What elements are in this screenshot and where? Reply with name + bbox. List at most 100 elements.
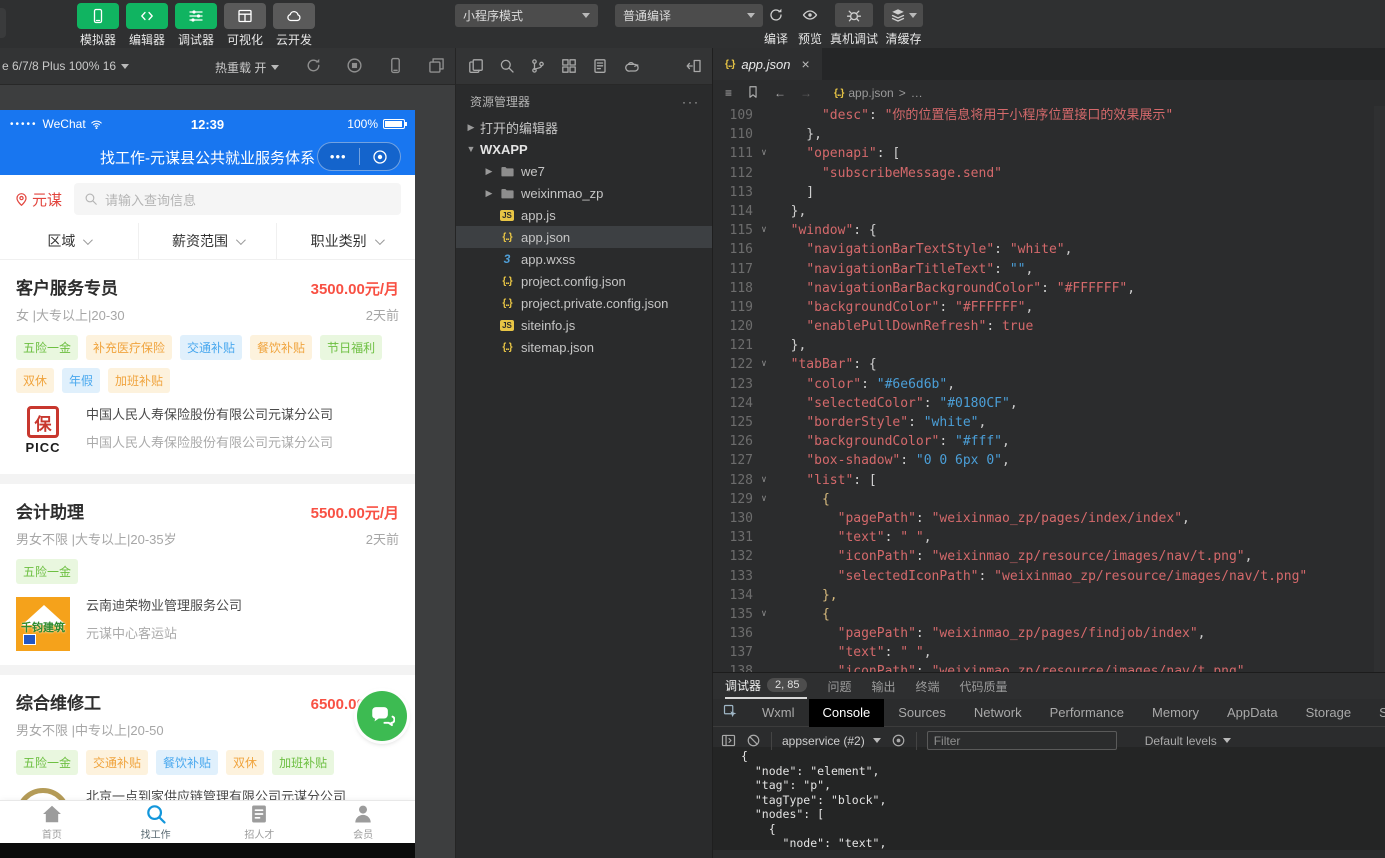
tabbar-item-找工作[interactable]: 找工作: [104, 801, 208, 843]
icon-box: [77, 3, 119, 29]
log-levels-select[interactable]: Default levels: [1145, 734, 1231, 748]
fold-chevron-icon[interactable]: ∨: [753, 144, 775, 163]
tabbar-item-首页[interactable]: 首页: [0, 801, 104, 843]
code-text: {: [775, 490, 830, 509]
record-icon[interactable]: [346, 57, 363, 74]
tabbar-item-招人才[interactable]: 招人才: [208, 801, 312, 843]
job-card[interactable]: 会计助理5500.00元/月男女不限 |大专以上|20-35岁2天前五险一金千钧…: [0, 484, 415, 665]
job-tag: 加班补贴: [272, 750, 334, 775]
devtools-tab-Performance[interactable]: Performance: [1036, 699, 1138, 727]
git-icon[interactable]: [530, 58, 546, 74]
split-icon: [686, 58, 702, 74]
debugger-tab-调试器[interactable]: 调试器2, 85: [725, 673, 807, 699]
tree-item-app.js[interactable]: JSapp.js: [456, 204, 712, 226]
toolbar-button-模拟器[interactable]: 模拟器: [76, 3, 120, 48]
editor-scrollbar[interactable]: [1374, 106, 1385, 672]
refresh-icon[interactable]: [305, 57, 322, 74]
job-meta: 女 |大专以上|20-302天前: [16, 305, 399, 324]
tree-item-project.private.config.json[interactable]: {..}project.private.config.json: [456, 292, 712, 314]
phone-icon[interactable]: [387, 57, 404, 74]
fold-chevron-icon[interactable]: ∨: [753, 471, 775, 490]
code-editor[interactable]: 109 "desc": "你的位置信息将用于小程序位置接口的效果展示"110 }…: [712, 106, 1385, 672]
more-menu-button[interactable]: •••: [318, 149, 359, 164]
devtools-tab-Console[interactable]: Console: [809, 699, 885, 727]
teapot-icon[interactable]: [623, 58, 639, 74]
devtools-tab-Wxml[interactable]: Wxml: [748, 699, 809, 727]
search2-icon[interactable]: [499, 58, 515, 74]
action-button-清缓存[interactable]: 清缓存: [884, 3, 923, 47]
tree-item-WXAPP[interactable]: ▼WXAPP: [456, 138, 712, 160]
tree-item-weixinmao_zp[interactable]: ▶weixinmao_zp: [456, 182, 712, 204]
chat-fab-button[interactable]: [357, 691, 407, 741]
search-input[interactable]: 请输入查询信息: [74, 183, 401, 215]
filter-区域[interactable]: 区域: [0, 223, 139, 259]
fold-chevron-icon[interactable]: ∨: [753, 221, 775, 240]
toolbar-button-编辑器[interactable]: 编辑器: [125, 3, 169, 48]
toolbar-button-调试器[interactable]: 调试器: [174, 3, 218, 48]
action-button-真机调试[interactable]: 真机调试: [830, 3, 878, 47]
hot-reload-toggle[interactable]: 热重载 开: [215, 59, 279, 76]
devtools-tab-Memory[interactable]: Memory: [1138, 699, 1213, 727]
tree-item-app.wxss[interactable]: 3app.wxss: [456, 248, 712, 270]
minimize-button[interactable]: [360, 149, 401, 165]
fold-chevron-icon[interactable]: ∨: [753, 355, 775, 374]
debugger-tab-终端[interactable]: 终端: [916, 673, 940, 699]
fold-chevron-icon[interactable]: ∨: [753, 605, 775, 624]
mode-select[interactable]: 小程序模式: [455, 4, 598, 27]
files-icon[interactable]: [468, 58, 484, 74]
company-name: 中国人民人寿保险股份有限公司元谋分公司: [86, 406, 333, 425]
phone-nav-bar: 找工作-元谋县公共就业服务体系 •••: [0, 138, 415, 175]
debugger-tab-代码质量[interactable]: 代码质量: [960, 673, 1008, 699]
action-button-预览[interactable]: 预览: [796, 3, 824, 47]
split-editor-icon[interactable]: [686, 58, 702, 79]
breadcrumb[interactable]: {..} app.json > …: [834, 86, 923, 100]
devtools-tab-Storage[interactable]: Storage: [1292, 699, 1366, 727]
toolbar-button-label: 模拟器: [80, 31, 116, 48]
menu-icon[interactable]: ≡: [725, 86, 732, 100]
toolbar-button-云开发[interactable]: 云开发: [272, 3, 316, 48]
back-icon[interactable]: ←: [774, 86, 786, 100]
magnifier-icon: [84, 192, 98, 206]
explorer-menu-button[interactable]: ···: [682, 95, 700, 109]
tree-item-project.config.json[interactable]: {..}project.config.json: [456, 270, 712, 292]
toolbar-button-可视化[interactable]: 可视化: [223, 3, 267, 48]
compile-mode-select[interactable]: 普通编译: [615, 4, 763, 27]
devtools-tab-Sources[interactable]: Sources: [884, 699, 960, 727]
device-select[interactable]: e 6/7/8 Plus 100% 16: [2, 59, 129, 73]
expand-panel-icon[interactable]: [721, 733, 736, 748]
debugger-tab-label: 终端: [916, 678, 940, 695]
action-button-编译[interactable]: 编译: [762, 3, 790, 47]
inspect-element-icon[interactable]: [713, 704, 748, 722]
tree-item-打开的编辑器[interactable]: ▶打开的编辑器: [456, 116, 712, 138]
fold-chevron-icon[interactable]: ∨: [753, 490, 775, 509]
grid-icon[interactable]: [561, 58, 577, 74]
file2-icon[interactable]: [592, 58, 608, 74]
tabbar-item-会员[interactable]: 会员: [311, 801, 415, 843]
city-selector[interactable]: 元谋: [14, 189, 62, 210]
filter-职业类别[interactable]: 职业类别: [277, 223, 415, 259]
tree-item-app.json[interactable]: {..}app.json: [456, 226, 712, 248]
job-card[interactable]: 客户服务专员3500.00元/月女 |大专以上|20-302天前五险一金补充医疗…: [0, 260, 415, 474]
debugger-tab-输出[interactable]: 输出: [872, 673, 896, 699]
job-card[interactable]: 综合维修工6500.00元/月男女不限 |中专以上|20-502天前五险一金交通…: [0, 675, 415, 800]
target-icon[interactable]: [891, 733, 906, 748]
devtools-tab-Security[interactable]: Security: [1365, 699, 1385, 727]
tab-app-json[interactable]: {..} app.json ×: [713, 48, 822, 80]
tree-item-we7[interactable]: ▶we7: [456, 160, 712, 182]
devtools-tab-AppData[interactable]: AppData: [1213, 699, 1292, 727]
console-filter-input[interactable]: [927, 731, 1117, 750]
code-line: 123 "color": "#6e6d6b",: [713, 375, 1385, 394]
tree-item-siteinfo.js[interactable]: JSsiteinfo.js: [456, 314, 712, 336]
action-button-label: 真机调试: [830, 30, 878, 47]
close-icon[interactable]: ×: [802, 56, 810, 72]
forward-icon[interactable]: →: [800, 86, 812, 100]
windows-icon[interactable]: [428, 57, 445, 74]
filter-薪资范围[interactable]: 薪资范围: [139, 223, 278, 259]
bookmark-icon[interactable]: [746, 85, 760, 102]
clear-console-icon[interactable]: [746, 733, 761, 748]
context-select[interactable]: appservice (#2): [782, 734, 881, 748]
devtools-tab-Network[interactable]: Network: [960, 699, 1036, 727]
tree-item-sitemap.json[interactable]: {..}sitemap.json: [456, 336, 712, 358]
debugger-tab-问题[interactable]: 问题: [827, 673, 851, 699]
job-salary: 3500.00元/月: [311, 278, 399, 299]
